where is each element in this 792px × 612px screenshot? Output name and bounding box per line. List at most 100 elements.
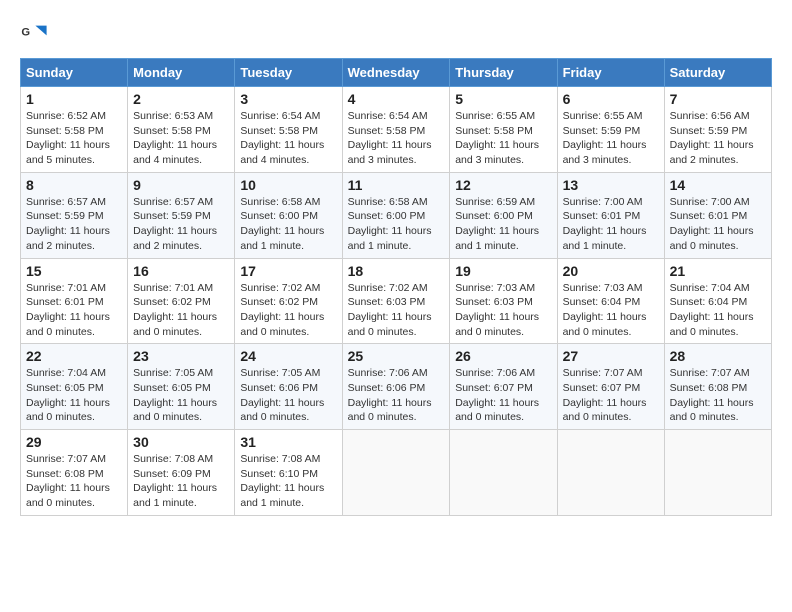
calendar-cell: 6Sunrise: 6:55 AMSunset: 5:59 PMDaylight… <box>557 87 664 173</box>
day-number: 2 <box>133 91 229 107</box>
day-info: Sunrise: 7:02 AMSunset: 6:03 PMDaylight:… <box>348 281 445 340</box>
calendar-cell: 8Sunrise: 6:57 AMSunset: 5:59 PMDaylight… <box>21 172 128 258</box>
day-number: 31 <box>240 434 336 450</box>
calendar-cell: 25 Sunrise: 7:06 AMSunset: 6:06 PMDayligh… <box>342 344 450 430</box>
week-row-5: 29 Sunrise: 7:07 AMSunset: 6:08 PMDayligh… <box>21 430 772 516</box>
calendar-table: SundayMondayTuesdayWednesdayThursdayFrid… <box>20 58 772 516</box>
day-number: 24 <box>240 348 336 364</box>
calendar-cell: 14 Sunrise: 7:00 AMSunset: 6:01 PMDayligh… <box>664 172 771 258</box>
day-number: 3 <box>240 91 336 107</box>
week-row-1: 1 Sunrise: 6:52 AMSunset: 5:58 PMDaylight… <box>21 87 772 173</box>
day-number: 16 <box>133 263 229 279</box>
day-info: Sunrise: 6:58 AMSunset: 6:00 PMDaylight:… <box>240 195 336 254</box>
day-number: 7 <box>670 91 766 107</box>
page-header: G <box>20 20 772 48</box>
calendar-cell: 24 Sunrise: 7:05 AMSunset: 6:06 PMDayligh… <box>235 344 342 430</box>
day-number: 28 <box>670 348 766 364</box>
day-info: Sunrise: 7:06 AMSunset: 6:07 PMDaylight:… <box>455 366 551 425</box>
logo: G <box>20 20 50 48</box>
weekday-header-saturday: Saturday <box>664 59 771 87</box>
day-info: Sunrise: 7:06 AMSunset: 6:06 PMDaylight:… <box>348 366 445 425</box>
day-info: Sunrise: 7:08 AMSunset: 6:09 PMDaylight:… <box>133 452 229 511</box>
calendar-cell: 7 Sunrise: 6:56 AMSunset: 5:59 PMDaylight… <box>664 87 771 173</box>
calendar-cell: 18 Sunrise: 7:02 AMSunset: 6:03 PMDayligh… <box>342 258 450 344</box>
calendar-cell: 29 Sunrise: 7:07 AMSunset: 6:08 PMDayligh… <box>21 430 128 516</box>
day-number: 15 <box>26 263 122 279</box>
day-number: 22 <box>26 348 122 364</box>
calendar-cell: 10 Sunrise: 6:58 AMSunset: 6:00 PMDayligh… <box>235 172 342 258</box>
calendar-header-row: SundayMondayTuesdayWednesdayThursdayFrid… <box>21 59 772 87</box>
calendar-cell: 13 Sunrise: 7:00 AMSunset: 6:01 PMDayligh… <box>557 172 664 258</box>
weekday-header-thursday: Thursday <box>450 59 557 87</box>
calendar-cell <box>664 430 771 516</box>
calendar-cell: 26 Sunrise: 7:06 AMSunset: 6:07 PMDayligh… <box>450 344 557 430</box>
calendar-cell: 21Sunrise: 7:04 AMSunset: 6:04 PMDayligh… <box>664 258 771 344</box>
calendar-cell: 19 Sunrise: 7:03 AMSunset: 6:03 PMDayligh… <box>450 258 557 344</box>
day-number: 29 <box>26 434 122 450</box>
week-row-2: 8Sunrise: 6:57 AMSunset: 5:59 PMDaylight… <box>21 172 772 258</box>
day-number: 12 <box>455 177 551 193</box>
day-number: 19 <box>455 263 551 279</box>
day-number: 10 <box>240 177 336 193</box>
calendar-cell: 3 Sunrise: 6:54 AMSunset: 5:58 PMDaylight… <box>235 87 342 173</box>
calendar-cell <box>342 430 450 516</box>
day-number: 25 <box>348 348 445 364</box>
day-info: Sunrise: 6:57 AMSunset: 5:59 PMDaylight:… <box>26 195 122 254</box>
day-number: 1 <box>26 91 122 107</box>
day-info: Sunrise: 7:00 AMSunset: 6:01 PMDaylight:… <box>670 195 766 254</box>
day-number: 11 <box>348 177 445 193</box>
calendar-cell: 9 Sunrise: 6:57 AMSunset: 5:59 PMDaylight… <box>128 172 235 258</box>
weekday-header-sunday: Sunday <box>21 59 128 87</box>
day-number: 30 <box>133 434 229 450</box>
week-row-3: 15 Sunrise: 7:01 AMSunset: 6:01 PMDayligh… <box>21 258 772 344</box>
day-number: 6 <box>563 91 659 107</box>
calendar-cell: 2 Sunrise: 6:53 AMSunset: 5:58 PMDaylight… <box>128 87 235 173</box>
day-number: 5 <box>455 91 551 107</box>
calendar-cell: 28 Sunrise: 7:07 AMSunset: 6:08 PMDayligh… <box>664 344 771 430</box>
calendar-cell: 16 Sunrise: 7:01 AMSunset: 6:02 PMDayligh… <box>128 258 235 344</box>
day-number: 26 <box>455 348 551 364</box>
day-number: 18 <box>348 263 445 279</box>
calendar-cell: 4 Sunrise: 6:54 AMSunset: 5:58 PMDaylight… <box>342 87 450 173</box>
day-info: Sunrise: 7:03 AMSunset: 6:04 PMDaylight:… <box>563 281 659 340</box>
day-number: 14 <box>670 177 766 193</box>
calendar-cell: 1 Sunrise: 6:52 AMSunset: 5:58 PMDaylight… <box>21 87 128 173</box>
logo-icon: G <box>20 20 48 48</box>
day-info: Sunrise: 7:07 AMSunset: 6:07 PMDaylight:… <box>563 366 659 425</box>
day-info: Sunrise: 6:52 AMSunset: 5:58 PMDaylight:… <box>26 109 122 168</box>
day-info: Sunrise: 6:57 AMSunset: 5:59 PMDaylight:… <box>133 195 229 254</box>
calendar-cell: 17Sunrise: 7:02 AMSunset: 6:02 PMDayligh… <box>235 258 342 344</box>
day-number: 4 <box>348 91 445 107</box>
day-info: Sunrise: 7:05 AMSunset: 6:06 PMDaylight:… <box>240 366 336 425</box>
day-info: Sunrise: 6:54 AMSunset: 5:58 PMDaylight:… <box>240 109 336 168</box>
day-info: Sunrise: 7:01 AMSunset: 6:02 PMDaylight:… <box>133 281 229 340</box>
calendar-cell: 23Sunrise: 7:05 AMSunset: 6:05 PMDayligh… <box>128 344 235 430</box>
calendar-cell: 15 Sunrise: 7:01 AMSunset: 6:01 PMDayligh… <box>21 258 128 344</box>
calendar-cell: 11Sunrise: 6:58 AMSunset: 6:00 PMDayligh… <box>342 172 450 258</box>
day-info: Sunrise: 7:02 AMSunset: 6:02 PMDaylight:… <box>240 281 336 340</box>
day-info: Sunrise: 7:01 AMSunset: 6:01 PMDaylight:… <box>26 281 122 340</box>
calendar-cell: 5Sunrise: 6:55 AMSunset: 5:58 PMDaylight… <box>450 87 557 173</box>
day-number: 9 <box>133 177 229 193</box>
calendar-cell: 20 Sunrise: 7:03 AMSunset: 6:04 PMDayligh… <box>557 258 664 344</box>
day-info: Sunrise: 6:56 AMSunset: 5:59 PMDaylight:… <box>670 109 766 168</box>
calendar-cell <box>557 430 664 516</box>
calendar-cell: 22Sunrise: 7:04 AMSunset: 6:05 PMDayligh… <box>21 344 128 430</box>
calendar-cell: 12 Sunrise: 6:59 AMSunset: 6:00 PMDayligh… <box>450 172 557 258</box>
day-info: Sunrise: 6:53 AMSunset: 5:58 PMDaylight:… <box>133 109 229 168</box>
day-info: Sunrise: 7:00 AMSunset: 6:01 PMDaylight:… <box>563 195 659 254</box>
day-info: Sunrise: 6:54 AMSunset: 5:58 PMDaylight:… <box>348 109 445 168</box>
day-info: Sunrise: 7:08 AMSunset: 6:10 PMDaylight:… <box>240 452 336 511</box>
day-info: Sunrise: 7:04 AMSunset: 6:04 PMDaylight:… <box>670 281 766 340</box>
day-info: Sunrise: 7:03 AMSunset: 6:03 PMDaylight:… <box>455 281 551 340</box>
day-info: Sunrise: 7:07 AMSunset: 6:08 PMDaylight:… <box>670 366 766 425</box>
day-info: Sunrise: 7:05 AMSunset: 6:05 PMDaylight:… <box>133 366 229 425</box>
calendar-cell <box>450 430 557 516</box>
weekday-header-tuesday: Tuesday <box>235 59 342 87</box>
day-info: Sunrise: 6:59 AMSunset: 6:00 PMDaylight:… <box>455 195 551 254</box>
day-info: Sunrise: 7:07 AMSunset: 6:08 PMDaylight:… <box>26 452 122 511</box>
day-number: 20 <box>563 263 659 279</box>
weekday-header-monday: Monday <box>128 59 235 87</box>
calendar-cell: 31 Sunrise: 7:08 AMSunset: 6:10 PMDayligh… <box>235 430 342 516</box>
day-number: 13 <box>563 177 659 193</box>
